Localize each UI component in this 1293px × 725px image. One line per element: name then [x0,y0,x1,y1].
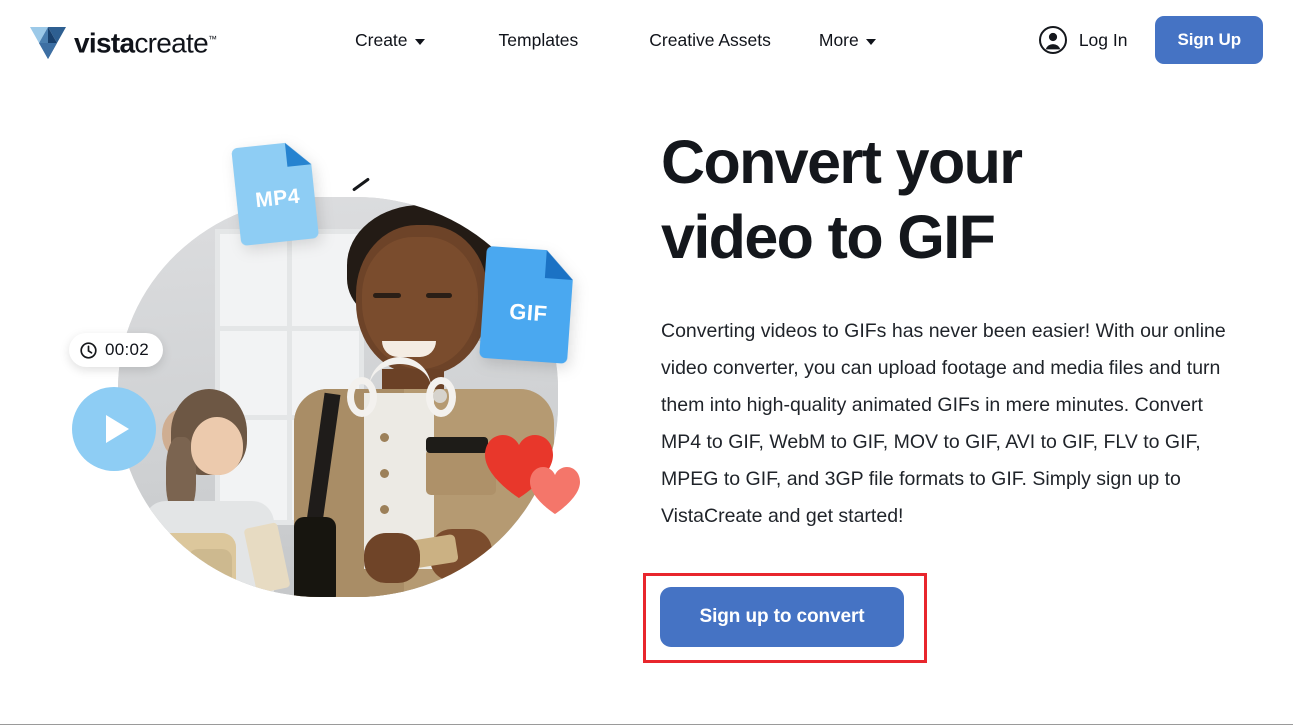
page-title-line1: Convert your [661,128,1023,196]
nav-item-label: Creative Assets [649,30,771,50]
nav-item-creative-assets[interactable]: Creative Assets [649,26,771,55]
timer-chip: 00:02 [69,333,164,367]
logo-wordmark: vistacreate™ [74,19,217,63]
play-button[interactable] [72,387,156,471]
hero-visual: MP4 GIF 00:02 [58,140,618,600]
signup-button[interactable]: Sign Up [1155,16,1263,64]
vistacreate-logo[interactable]: vistacreate™ [28,19,217,63]
mp4-file-badge: MP4 [231,136,323,248]
auth-actions: Log In Sign Up [1038,16,1263,64]
user-avatar-icon [1038,26,1067,54]
gif-file-badge: GIF [479,242,579,366]
hero-description: Converting videos to GIFs has never been… [661,320,1226,527]
play-triangle-icon [105,415,129,443]
nav-item-label: Create [355,30,408,50]
timer-value: 00:02 [105,340,150,359]
vistacreate-logo-icon [30,27,66,60]
login-link[interactable]: Log In [1038,25,1128,55]
logo-word-bold: vista [74,27,135,59]
logo-word-light: create [134,27,208,59]
decorative-stroke [352,177,370,192]
signup-to-convert-button[interactable]: Sign up to convert [660,587,904,647]
heart-icon [530,467,580,514]
cta-annotation-wrapper: Sign up to convert [643,573,927,663]
nav-item-more[interactable]: More [819,26,876,55]
nav-item-label: More [818,30,859,50]
site-header: vistacreate™ Create Templates Creative A… [0,0,1293,80]
nav-item-create[interactable]: Create [355,26,425,55]
nav-item-templates[interactable]: Templates [499,26,579,55]
main-navigation: Create Templates Creative Assets More [355,26,876,55]
clock-icon [80,341,97,359]
hearts-decoration [483,433,593,533]
page-title: Convert your video to GIF [661,125,1241,275]
logo-trademark: ™ [207,34,217,44]
page-title-line2: video to GIF [661,203,996,271]
login-label: Log In [1078,29,1128,50]
hero-copy: Convert your video to GIF Converting vide… [643,125,1241,663]
chevron-down-icon [865,39,876,45]
page-root: vistacreate™ Create Templates Creative A… [0,0,1293,725]
nav-item-label: Templates [498,30,579,50]
chevron-down-icon [414,39,425,45]
hero-section: MP4 GIF 00:02 Convert your video to GIF … [0,80,1293,725]
